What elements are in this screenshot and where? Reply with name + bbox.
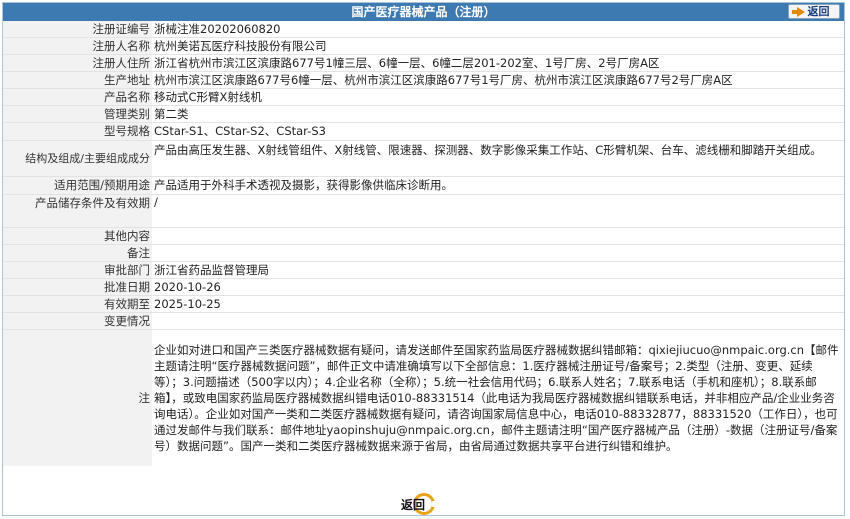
value-approval-date: 2020-10-26 — [152, 278, 844, 296]
label-category: 管理类别 — [3, 105, 152, 123]
value-changes — [152, 312, 844, 330]
label-changes: 变更情况 — [3, 312, 152, 330]
row-product-name: 产品名称 移动式C形臂X射线机 — [3, 88, 844, 106]
back-button-top-label: 返回 — [807, 4, 830, 18]
label-structure: 结构及组成/主要组成成分 — [3, 140, 152, 177]
label-note: 注 — [3, 329, 152, 466]
label-reg-no: 注册证编号 — [3, 21, 152, 38]
value-scope: 产品适用于外科手术透视及摄影，获得影像供临床诊断用。 — [152, 176, 844, 195]
value-approver: 浙江省药品监督管理局 — [152, 261, 844, 279]
detail-panel: 国产医疗器械产品（注册） 返回 注册证编号 浙械注准20202060820 注册… — [2, 2, 845, 516]
value-prod-addr: 杭州市滨江区滨康路677号6幢一层、杭州市滨江区滨康路677号1号厂房、杭州市滨… — [152, 71, 844, 89]
label-storage: 产品储存条件及有效期 — [3, 194, 152, 228]
row-scope: 适用范围/预期用途 产品适用于外科手术透视及摄影，获得影像供临床诊断用。 — [3, 176, 844, 195]
row-category: 管理类别 第二类 — [3, 105, 844, 123]
label-prod-addr: 生产地址 — [3, 71, 152, 89]
row-other: 其他内容 — [3, 227, 844, 245]
label-product-name: 产品名称 — [3, 88, 152, 106]
value-storage: / — [152, 194, 844, 228]
page-title: 国产医疗器械产品（注册） — [351, 5, 496, 19]
row-approver: 审批部门 浙江省药品监督管理局 — [3, 261, 844, 279]
row-registrant: 注册人名称 杭州美诺瓦医疗科技股份有限公司 — [3, 37, 844, 55]
label-approver: 审批部门 — [3, 261, 152, 279]
back-button-bottom[interactable]: 返回 — [395, 493, 443, 515]
row-approval-date: 批准日期 2020-10-26 — [3, 278, 844, 296]
label-registrant: 注册人名称 — [3, 37, 152, 55]
arrow-right-icon — [791, 6, 805, 17]
value-registrant-addr: 浙江省杭州市滨江区滨康路677号1幢三层、6幢一层、6幢二层201-202室、1… — [152, 54, 844, 72]
label-models: 型号规格 — [3, 122, 152, 141]
back-button-bottom-label: 返回 — [401, 498, 426, 512]
row-storage: 产品储存条件及有效期 / — [3, 194, 844, 228]
label-other: 其他内容 — [3, 227, 152, 245]
value-valid-until: 2025-10-25 — [152, 295, 844, 313]
row-prod-addr: 生产地址 杭州市滨江区滨康路677号6幢一层、杭州市滨江区滨康路677号1号厂房… — [3, 71, 844, 89]
value-category: 第二类 — [152, 105, 844, 123]
row-reg-no: 注册证编号 浙械注准20202060820 — [3, 21, 844, 38]
row-structure: 结构及组成/主要组成成分 产品由高压发生器、X射线管组件、X射线管、限速器、探测… — [3, 140, 844, 177]
value-registrant: 杭州美诺瓦医疗科技股份有限公司 — [152, 37, 844, 55]
label-approval-date: 批准日期 — [3, 278, 152, 296]
label-remark: 备注 — [3, 244, 152, 262]
row-registrant-addr: 注册人住所 浙江省杭州市滨江区滨康路677号1幢三层、6幢一层、6幢二层201-… — [3, 54, 844, 72]
value-reg-no: 浙械注准20202060820 — [152, 21, 844, 38]
info-table: 注册证编号 浙械注准20202060820 注册人名称 杭州美诺瓦医疗科技股份有… — [3, 21, 844, 466]
row-note: 注 企业如对进口和国产三类医疗器械数据有疑问，请发送邮件至国家药监局医疗器械数据… — [3, 329, 844, 466]
value-product-name: 移动式C形臂X射线机 — [152, 88, 844, 106]
panel-title-bar: 国产医疗器械产品（注册） 返回 — [3, 3, 844, 21]
value-other — [152, 227, 844, 245]
value-structure: 产品由高压发生器、X射线管组件、X射线管、限速器、探测器、数字影像采集工作站、C… — [152, 140, 844, 177]
label-registrant-addr: 注册人住所 — [3, 54, 152, 72]
row-remark: 备注 — [3, 244, 844, 262]
value-models: CStar-S1、CStar-S2、CStar-S3 — [152, 122, 844, 141]
value-note: 企业如对进口和国产三类医疗器械数据有疑问，请发送邮件至国家药监局医疗器械数据纠错… — [152, 329, 844, 466]
back-button-top[interactable]: 返回 — [788, 4, 840, 19]
row-changes: 变更情况 — [3, 312, 844, 330]
row-valid-until: 有效期至 2025-10-25 — [3, 295, 844, 313]
value-remark — [152, 244, 844, 262]
label-valid-until: 有效期至 — [3, 295, 152, 313]
row-models: 型号规格 CStar-S1、CStar-S2、CStar-S3 — [3, 122, 844, 141]
label-scope: 适用范围/预期用途 — [3, 176, 152, 195]
